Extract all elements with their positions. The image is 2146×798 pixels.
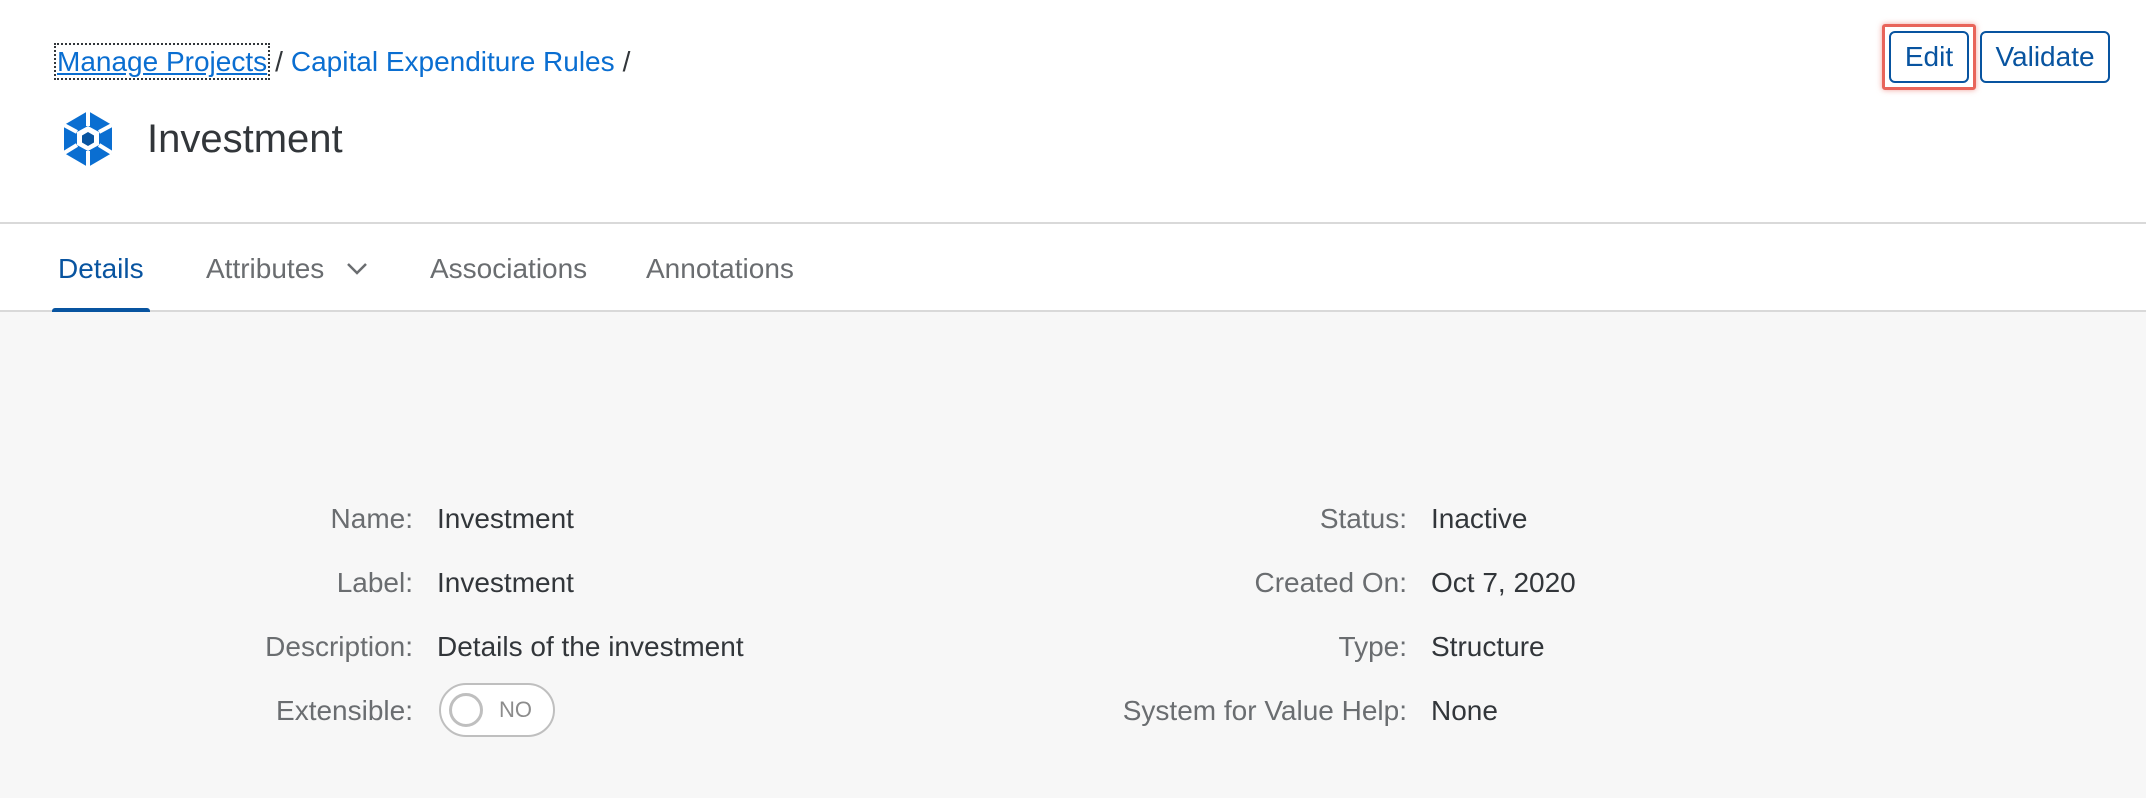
switch-state-text: NO — [499, 697, 532, 722]
switch-knob — [449, 693, 483, 727]
name-value: Investment — [437, 503, 574, 534]
tab-label: Attributes — [206, 253, 325, 284]
type-label: Type: — [1338, 631, 1407, 662]
breadcrumb-separator: / — [275, 46, 283, 77]
tab-annotations[interactable]: Annotations — [646, 226, 794, 312]
cube-structure-icon — [62, 111, 114, 167]
breadcrumb-separator: / — [622, 46, 631, 77]
description-value: Details of the investment — [437, 631, 744, 662]
label-value: Investment — [437, 567, 574, 598]
tab-attributes[interactable]: Attributes — [206, 226, 368, 312]
page-header: Manage Projects / Capital Expenditure Rule… — [0, 0, 2146, 224]
chevron-down-icon — [347, 263, 368, 275]
label-label: Label: — [336, 567, 413, 598]
extensible-switch[interactable]: NO — [439, 683, 555, 737]
page-title: Investment — [147, 116, 343, 161]
breadcrumb-capital-expenditure-rules-link[interactable]: Capital Expenditure Rules — [291, 46, 615, 77]
status-label: Status: — [1319, 503, 1407, 534]
tab-label: Annotations — [646, 253, 794, 284]
extensible-label: Extensible: — [276, 695, 413, 726]
title-row: Investment — [57, 108, 343, 170]
value-help-system-label: System for Value Help: — [1122, 695, 1407, 726]
created-on-label: Created On: — [1254, 567, 1407, 598]
tab-label: Details — [58, 253, 144, 284]
validate-button[interactable]: Validate — [1980, 31, 2110, 83]
edit-button[interactable]: Edit — [1889, 31, 1969, 83]
value-help-system-value: None — [1431, 695, 1498, 726]
name-label: Name: — [330, 503, 413, 534]
header-actions: Edit Validate — [1882, 24, 2110, 90]
breadcrumb: Manage Projects / Capital Expenditure Rule… — [53, 43, 638, 80]
status-value: Inactive — [1431, 503, 1528, 534]
created-on-value: Oct 7, 2020 — [1431, 567, 1576, 598]
breadcrumb-manage-projects-link[interactable]: Manage Projects — [53, 43, 271, 80]
tab-bar: Details Attributes Associations Annotati… — [0, 226, 2146, 314]
edit-button-highlight: Edit — [1882, 24, 1976, 90]
type-value: Structure — [1431, 631, 1545, 662]
tab-label: Associations — [430, 253, 588, 284]
tab-associations[interactable]: Associations — [430, 226, 587, 312]
tab-details[interactable]: Details — [52, 226, 150, 314]
description-label: Description: — [265, 631, 413, 662]
